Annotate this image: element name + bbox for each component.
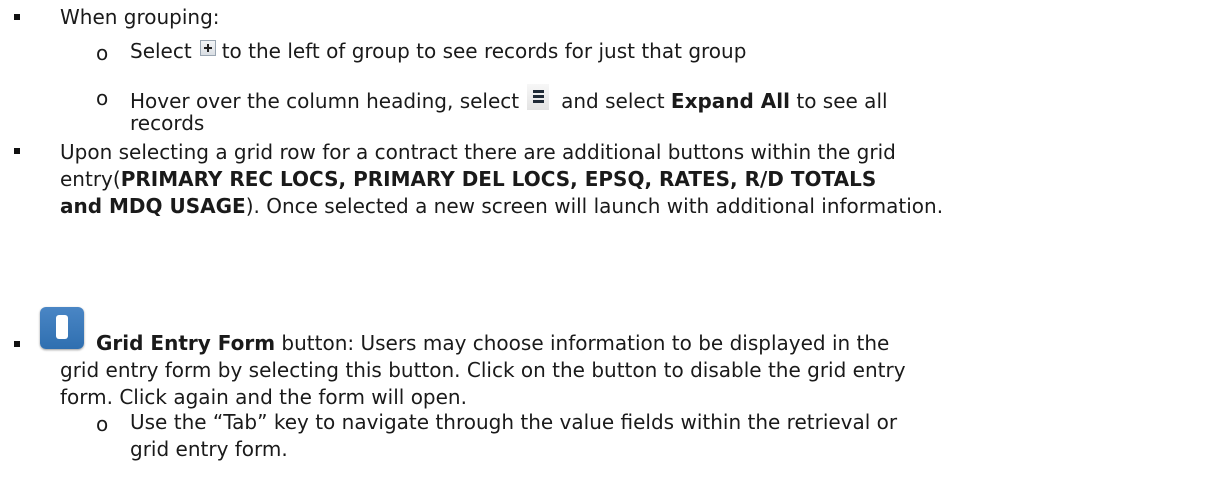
grid-row-buttons-list: PRIMARY REC LOCS, PRIMARY DEL LOCS, EPSQ… <box>120 167 877 191</box>
bullet-marker <box>14 341 20 347</box>
expand-plus-icon <box>199 40 216 56</box>
grid-entry-form-title: Grid Entry Form <box>96 331 276 355</box>
grid-entry-line2: grid entry form by selecting this button… <box>60 358 906 382</box>
grid-entry-form-button-glyph <box>56 315 68 339</box>
grouping-item-select-text-a: Select <box>130 39 192 63</box>
grid-row-line1: Upon selecting a grid row for a contract… <box>60 140 896 164</box>
grid-entry-line3: form. Click again and the form will open… <box>60 385 467 409</box>
grid-row-buttons-list-end: and MDQ USAGE <box>60 194 246 218</box>
grouping-item-hover-line2: records <box>130 111 205 135</box>
grid-entry-line1: Grid Entry Form button: Users may choose… <box>96 331 889 355</box>
grouping-heading: When grouping: <box>60 5 220 29</box>
grouping-item-hover-text-a: Hover over the column heading, select <box>130 89 520 113</box>
sub-bullet-marker: o <box>96 86 109 110</box>
grouping-item-select-text-b: to the left of group to see records for … <box>221 39 747 63</box>
grouping-item-select: Select to the left of group to see record… <box>130 39 746 63</box>
tab-key-line1: Use the “Tab” key to navigate through th… <box>130 410 898 434</box>
grid-entry-line1-text: button: Users may choose information to … <box>281 331 890 355</box>
sub-bullet-marker: o <box>96 412 109 436</box>
expand-all-label: Expand All <box>670 89 790 113</box>
grid-entry-form-button-icon <box>40 307 84 349</box>
bullet-marker <box>14 148 20 154</box>
grid-row-launch-text: ). Once selected a new screen will launc… <box>245 194 944 218</box>
bullet-marker <box>14 14 20 20</box>
grouping-item-hover-text-c: to see all <box>796 89 888 113</box>
tab-key-line2: grid entry form. <box>130 437 288 461</box>
grouping-item-hover-text-b: and select <box>561 89 665 113</box>
document-page: When grouping: o Select to the left of gr… <box>0 0 1218 480</box>
grid-row-line2: entry(PRIMARY REC LOCS, PRIMARY DEL LOCS… <box>60 167 876 191</box>
grid-row-entry-text: entry( <box>60 167 121 191</box>
sub-bullet-marker: o <box>96 41 109 65</box>
grid-row-line3: and MDQ USAGE). Once selected a new scre… <box>60 194 943 218</box>
column-menu-icon <box>527 84 550 110</box>
grouping-item-hover: Hover over the column heading, select and… <box>130 84 888 113</box>
